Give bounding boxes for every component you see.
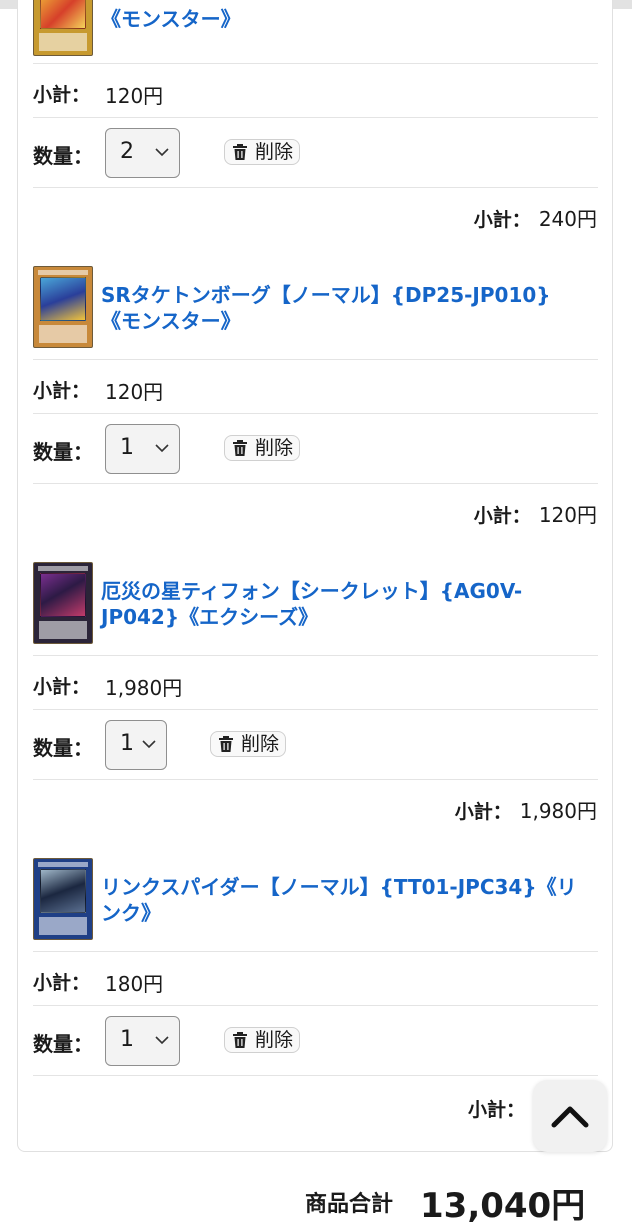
- divider: [33, 779, 598, 780]
- divider: [33, 413, 598, 414]
- line-subtotal: 小計：: [468, 1095, 533, 1122]
- divider: [33, 655, 598, 656]
- divider: [33, 709, 598, 710]
- line-subtotal: 小計： 120円: [474, 499, 597, 528]
- cart-item: 《モンスター》 小計： 120円 数量： 2 削除 小計： 240円: [0, 0, 632, 296]
- product-link[interactable]: リンクスパイダー【ノーマル】{TT01-JPC34}《リンク》: [101, 874, 581, 926]
- product-link[interactable]: SRタケトンボーグ【ノーマル】{DP25-JP010}《モンスター》: [101, 282, 581, 334]
- card-art: [40, 869, 86, 913]
- line-subtotal-label: 小計：: [468, 1099, 526, 1121]
- trash-icon: [233, 144, 247, 160]
- subtotal-label: 小計：: [33, 676, 91, 698]
- chevron-up-icon: [551, 1106, 589, 1128]
- divider: [33, 951, 598, 952]
- card-art: [40, 0, 86, 29]
- cart-item: 厄災の星ティフォン【シークレット】{AG0V-JP042}《エクシーズ》 小計：…: [0, 562, 632, 888]
- total-value: 13,040円: [420, 1186, 586, 1226]
- divider: [33, 117, 598, 118]
- line-subtotal: 小計： 240円: [474, 203, 597, 232]
- delete-label: 削除: [255, 437, 294, 459]
- subtotal-label: 小計：: [33, 84, 91, 106]
- unit-subtotal-value: 120円: [105, 380, 164, 404]
- card-image[interactable]: [33, 562, 93, 644]
- card-art: [40, 277, 86, 321]
- card-text-box: [39, 325, 87, 343]
- delete-label: 削除: [255, 141, 294, 163]
- product-link[interactable]: 《モンスター》: [101, 6, 581, 32]
- trash-icon: [233, 1032, 247, 1048]
- quantity-label: 数量：: [33, 440, 93, 464]
- quantity-select[interactable]: 1: [105, 424, 180, 474]
- line-subtotal: 小計： 1,980円: [455, 795, 597, 824]
- card-art: [40, 573, 86, 617]
- delete-button[interactable]: 削除: [224, 1027, 301, 1053]
- card-image[interactable]: [33, 858, 93, 940]
- card-text-box: [39, 917, 87, 935]
- card-name-bar: [38, 862, 88, 867]
- card-name-bar: [38, 566, 88, 571]
- divider: [33, 483, 598, 484]
- divider: [33, 1075, 598, 1076]
- card-text-box: [39, 33, 87, 51]
- line-subtotal-label: 小計：: [473, 505, 531, 527]
- card-text-box: [39, 621, 87, 639]
- quantity-select[interactable]: 1: [105, 1016, 180, 1066]
- line-subtotal-value: 240円: [538, 207, 597, 231]
- delete-label: 削除: [241, 733, 280, 755]
- quantity-value: 1: [120, 435, 134, 460]
- delete-button[interactable]: 削除: [224, 435, 301, 461]
- card-name-bar: [38, 270, 88, 275]
- chevron-down-icon: [142, 740, 156, 749]
- quantity-value: 1: [120, 1027, 134, 1052]
- delete-button[interactable]: 削除: [224, 139, 301, 165]
- line-subtotal-value: 120円: [538, 503, 597, 527]
- trash-icon: [233, 440, 247, 456]
- unit-subtotal-value: 180円: [105, 972, 164, 996]
- chevron-down-icon: [155, 1036, 169, 1045]
- divider: [33, 359, 598, 360]
- divider: [33, 187, 598, 188]
- delete-button[interactable]: 削除: [210, 731, 287, 757]
- subtotal-label: 小計：: [33, 972, 91, 994]
- unit-subtotal-value: 1,980円: [105, 676, 183, 700]
- quantity-label: 数量：: [33, 144, 93, 168]
- delete-label: 削除: [255, 1029, 294, 1051]
- unit-subtotal-value: 120円: [105, 84, 164, 108]
- line-subtotal-value: 1,980円: [519, 799, 597, 823]
- cart-item: SRタケトンボーグ【ノーマル】{DP25-JP010}《モンスター》 小計： 1…: [0, 266, 632, 592]
- quantity-select[interactable]: 1: [105, 720, 167, 770]
- trash-icon: [219, 736, 233, 752]
- chevron-down-icon: [155, 444, 169, 453]
- quantity-label: 数量：: [33, 736, 93, 760]
- quantity-label: 数量：: [33, 1032, 93, 1056]
- total-label: 商品合計: [305, 1192, 394, 1217]
- line-subtotal-label: 小計：: [473, 209, 531, 231]
- subtotal-label: 小計：: [33, 380, 91, 402]
- card-image[interactable]: [33, 0, 93, 56]
- line-subtotal-label: 小計：: [454, 801, 512, 823]
- product-link[interactable]: 厄災の星ティフォン【シークレット】{AG0V-JP042}《エクシーズ》: [101, 578, 581, 630]
- quantity-value: 2: [120, 139, 134, 164]
- quantity-select[interactable]: 2: [105, 128, 180, 178]
- divider: [33, 1005, 598, 1006]
- divider: [33, 63, 598, 64]
- quantity-value: 1: [120, 731, 134, 756]
- scroll-to-top-button[interactable]: [533, 1080, 607, 1152]
- chevron-down-icon: [155, 148, 169, 157]
- card-image[interactable]: [33, 266, 93, 348]
